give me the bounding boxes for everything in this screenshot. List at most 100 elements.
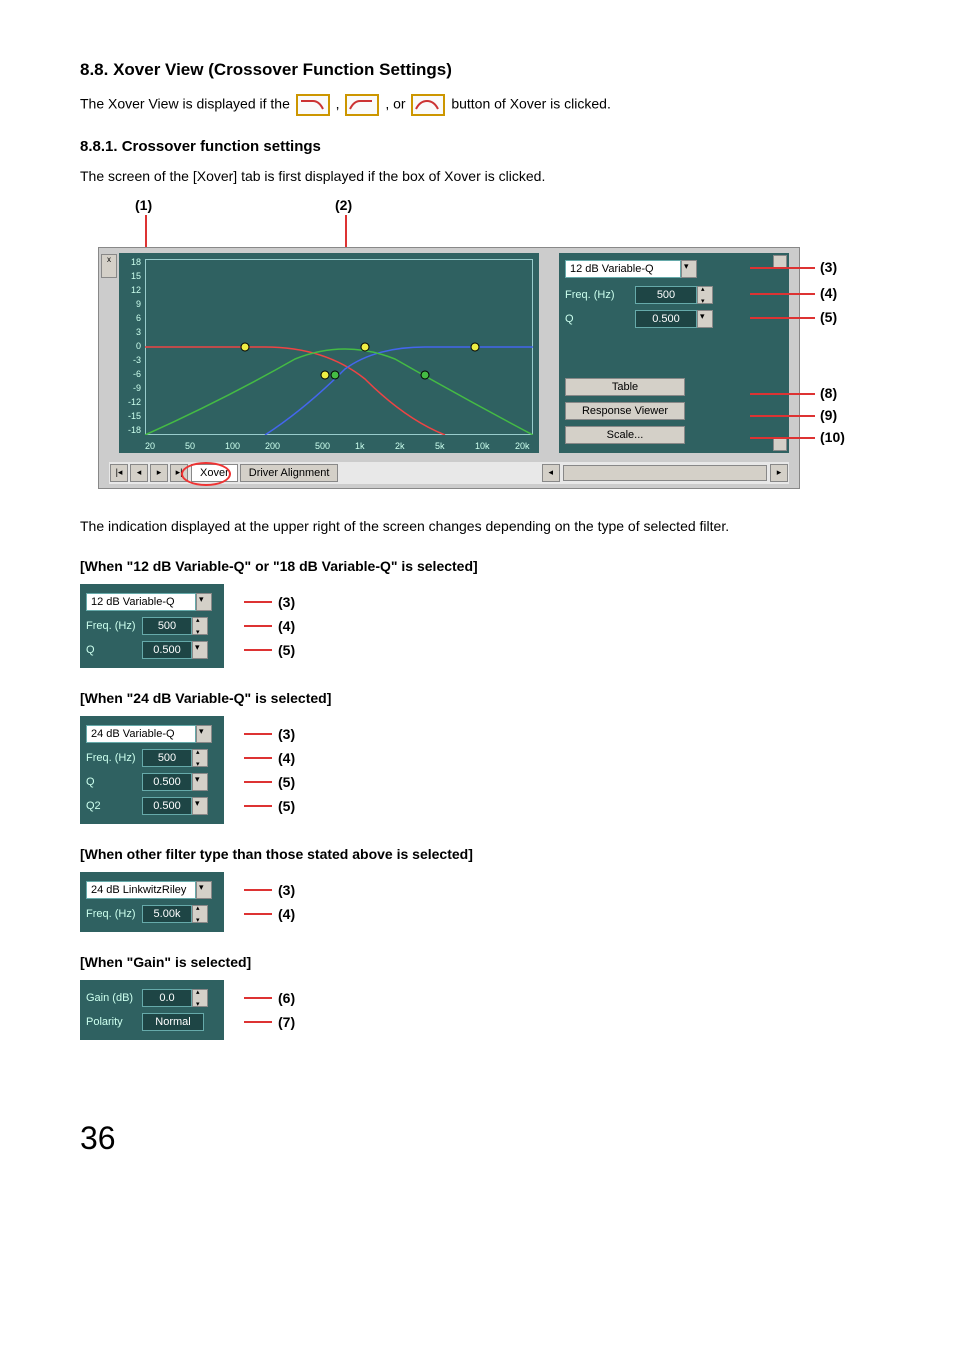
ytick: 18 <box>125 257 141 267</box>
win-ctrl-icon[interactable]: x <box>101 254 117 278</box>
chevron-down-icon[interactable] <box>681 260 697 278</box>
gain-spinner[interactable] <box>192 989 208 1007</box>
case-heading-12-18: [When "12 dB Variable-Q" or "18 dB Varia… <box>80 558 874 574</box>
q-value[interactable]: 0.500 <box>142 641 192 659</box>
filter-type-value: 24 dB LinkwitzRiley <box>86 881 196 899</box>
chevron-down-icon[interactable] <box>196 593 212 611</box>
freq-field: Freq. (Hz) 5.00k <box>86 902 218 926</box>
chevron-down-icon[interactable] <box>196 725 212 743</box>
ytick: 15 <box>125 271 141 281</box>
table-button[interactable]: Table <box>565 378 685 396</box>
chevron-down-icon[interactable] <box>192 773 208 791</box>
ytick: 3 <box>125 327 141 337</box>
case-heading-24: [When "24 dB Variable-Q" is selected] <box>80 690 874 706</box>
filter-type-value: 24 dB Variable-Q <box>86 725 196 743</box>
case-heading-gain: [When "Gain" is selected] <box>80 954 874 970</box>
ytick: 12 <box>125 285 141 295</box>
scroll-down-icon[interactable] <box>773 437 787 451</box>
callout-9: (9) <box>820 407 837 423</box>
freq-value[interactable]: 500 <box>635 286 697 304</box>
xtick: 100 <box>225 441 240 451</box>
callout-3: (3) <box>820 259 837 275</box>
polarity-value[interactable]: Normal <box>142 1013 204 1031</box>
callout-6: (6) <box>278 990 295 1006</box>
xtick: 1k <box>355 441 365 451</box>
q-value[interactable]: 0.500 <box>142 773 192 791</box>
callout-3: (3) <box>278 882 295 898</box>
q2-value[interactable]: 0.500 <box>142 797 192 815</box>
intro-paragraph: The Xover View is displayed if the , , o… <box>80 94 874 116</box>
response-viewer-button[interactable]: Response Viewer <box>565 402 685 420</box>
chevron-down-icon[interactable] <box>192 641 208 659</box>
polarity-label: Polarity <box>86 1016 142 1028</box>
q-field: Q 0.500 <box>86 638 218 662</box>
freq-value[interactable]: 5.00k <box>142 905 192 923</box>
gain-field: Gain (dB) 0.0 <box>86 986 218 1010</box>
subsection-title: 8.8.1. Crossover function settings <box>80 138 874 155</box>
filter-type-value: 12 dB Variable-Q <box>86 593 196 611</box>
graph-area[interactable]: 18 15 12 9 6 3 0 -3 -6 -9 -12 -15 -18 20… <box>119 253 539 453</box>
ytick: 0 <box>125 341 141 351</box>
q-field: Q 0.500 <box>565 309 783 329</box>
hscroll-left[interactable]: ◂ <box>542 464 560 482</box>
ytick: -18 <box>125 425 141 435</box>
xtick: 200 <box>265 441 280 451</box>
filter-type-select[interactable]: 24 dB LinkwitzRiley <box>86 878 218 902</box>
hscroll-right[interactable]: ▸ <box>770 464 788 482</box>
ytick: 9 <box>125 299 141 309</box>
freq-label: Freq. (Hz) <box>86 908 142 920</box>
callout-5b: (5) <box>278 798 295 814</box>
callout-4: (4) <box>278 750 295 766</box>
chevron-down-icon[interactable] <box>196 881 212 899</box>
subsection-desc: The screen of the [Xover] tab is first d… <box>80 167 874 187</box>
freq-spinner[interactable] <box>192 617 208 635</box>
q2-field: Q2 0.500 <box>86 794 218 818</box>
q-value[interactable]: 0.500 <box>635 310 697 328</box>
callout-4: (4) <box>820 285 837 301</box>
callout-10: (10) <box>820 429 845 445</box>
filter-type-select[interactable]: 24 dB Variable-Q <box>86 722 218 746</box>
ytick: -3 <box>125 355 141 365</box>
freq-label: Freq. (Hz) <box>565 289 635 301</box>
text: , or <box>385 96 409 112</box>
callout-3: (3) <box>278 726 295 742</box>
hscrollbar[interactable] <box>563 465 767 481</box>
chevron-down-icon[interactable] <box>697 310 713 328</box>
gain-value[interactable]: 0.0 <box>142 989 192 1007</box>
filter-type-select[interactable]: 12 dB Variable-Q <box>565 259 783 279</box>
freq-value[interactable]: 500 <box>142 749 192 767</box>
side-panel: 12 dB Variable-Q Freq. (Hz) 500 Q 0.500 … <box>559 253 789 453</box>
text: , <box>336 96 344 112</box>
xover-figure: (1) (2) x 18 15 12 9 6 3 0 -3 -6 -9 -12 … <box>80 197 880 507</box>
freq-spinner[interactable] <box>192 749 208 767</box>
freq-value[interactable]: 500 <box>142 617 192 635</box>
xtick: 10k <box>475 441 490 451</box>
tab-driver-alignment[interactable]: Driver Alignment <box>240 464 339 482</box>
xover-tab-highlight <box>181 462 231 486</box>
page-number: 36 <box>80 1120 874 1157</box>
panel-24db: 24 dB Variable-Q Freq. (Hz) 500 Q 0.500 … <box>80 716 224 824</box>
gain-label: Gain (dB) <box>86 992 142 1004</box>
panel-gain: Gain (dB) 0.0 Polarity Normal <box>80 980 224 1040</box>
xover-window: x 18 15 12 9 6 3 0 -3 -6 -9 -12 -15 -18 … <box>98 247 800 489</box>
desc-paragraph: The indication displayed at the upper ri… <box>80 517 874 537</box>
text: The Xover View is displayed if the <box>80 96 294 112</box>
callout-3: (3) <box>278 594 295 610</box>
ytick: 6 <box>125 313 141 323</box>
chevron-down-icon[interactable] <box>192 797 208 815</box>
freq-field: Freq. (Hz) 500 <box>565 285 783 305</box>
callout-8: (8) <box>820 385 837 401</box>
callout-7: (7) <box>278 1014 295 1030</box>
xover-highpass-icon <box>345 94 379 116</box>
scale-button[interactable]: Scale... <box>565 426 685 444</box>
xtick: 20 <box>145 441 155 451</box>
tab-nav-first[interactable]: |◂ <box>110 464 128 482</box>
callout-1: (1) <box>135 197 152 213</box>
freq-spinner[interactable] <box>192 905 208 923</box>
tab-nav-prev[interactable]: ◂ <box>130 464 148 482</box>
callout-5: (5) <box>820 309 837 325</box>
section-title: 8.8. Xover View (Crossover Function Sett… <box>80 60 874 80</box>
freq-spinner[interactable] <box>697 286 713 304</box>
filter-type-select[interactable]: 12 dB Variable-Q <box>86 590 218 614</box>
tab-nav-next[interactable]: ▸ <box>150 464 168 482</box>
